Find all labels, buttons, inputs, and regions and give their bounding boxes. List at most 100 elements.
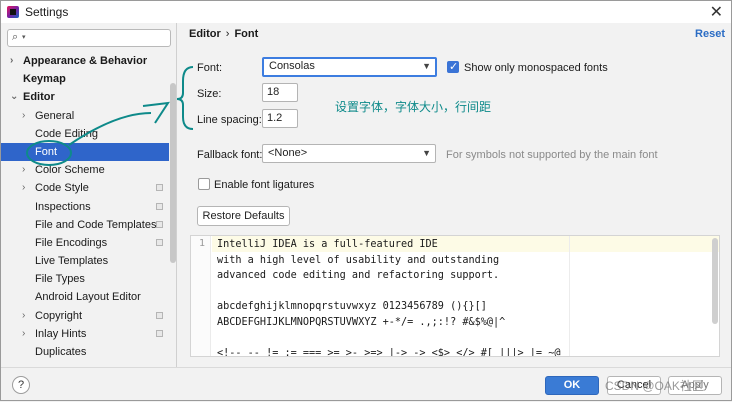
font-ligatures-checkbox[interactable]	[198, 178, 210, 190]
sidebar-item-label: Copyright	[35, 309, 83, 322]
chevron-down-icon[interactable]: ⌄	[10, 88, 18, 106]
size-label: Size:	[197, 88, 222, 100]
breadcrumb-parent: Editor	[189, 28, 221, 40]
fallback-font-label: Fallback font:	[197, 149, 263, 161]
sidebar-item-font[interactable]: Font	[1, 142, 169, 162]
preview-line: abcdefghijklmnopqrstuvwxyz 0123456789 ()…	[217, 301, 487, 313]
sidebar-item-label: Live Templates	[35, 255, 109, 268]
font-preview-editor[interactable]: 1 IntelliJ IDEA is a full-featured IDE wi…	[190, 235, 720, 357]
sidebar-item-label: Code Style	[35, 182, 89, 195]
sidebar-item-label: File Encodings	[35, 236, 108, 249]
preview-line: ABCDEFGHIJKLMNOPQRSTUVWXYZ +-*/= .,;:!? …	[217, 316, 506, 328]
preview-text: IntelliJ IDEA is a full-featured IDE with…	[217, 237, 561, 357]
sidebar-item-inspections[interactable]: Inspections	[1, 198, 169, 216]
sidebar-item-label: Keymap	[23, 73, 66, 86]
sidebar-item-file-types[interactable]: File Types	[1, 270, 169, 288]
sidebar-item-editor[interactable]: ⌄ Editor	[1, 88, 169, 106]
sidebar-item-color-scheme[interactable]: › Color Scheme	[1, 161, 169, 179]
title-bar: Settings ✕	[1, 1, 731, 23]
ok-button[interactable]: OK	[545, 376, 599, 395]
monospaced-only-checkbox[interactable]	[447, 60, 459, 73]
apply-button[interactable]: Apply	[668, 376, 722, 395]
breadcrumb-separator: ›	[225, 28, 230, 40]
window-title: Settings	[25, 5, 69, 19]
cancel-button[interactable]: Cancel	[607, 376, 661, 395]
line-number-gutter: 1	[191, 236, 211, 356]
preview-line: <!-- -- != := === >= >- >=> |-> -> <$> <…	[217, 348, 561, 357]
sidebar-item-code-style[interactable]: › Code Style	[1, 179, 169, 197]
line-number: 1	[199, 238, 206, 249]
right-margin-guide	[569, 236, 570, 356]
preview-line	[217, 331, 560, 347]
sidebar-item-label: General	[35, 109, 75, 122]
sidebar-scrollbar-thumb[interactable]	[170, 83, 176, 263]
sidebar-item-general[interactable]: › General	[1, 107, 169, 125]
sidebar-item-label: Font	[35, 145, 58, 158]
settings-sidebar: ⌕ ▾ › Appearance & Behavior Keymap ⌄ Editor ›…	[1, 23, 177, 367]
project-settings-icon	[156, 220, 163, 228]
line-spacing-input[interactable]: 1.2	[262, 109, 298, 128]
sidebar-item-file-encodings[interactable]: File Encodings	[1, 234, 169, 252]
sidebar-item-label: Inlay Hints	[35, 327, 87, 340]
font-settings-panel: Editor › Font Reset Font: Consolas ▼ Show …	[178, 23, 731, 367]
search-icon: ⌕	[12, 31, 19, 43]
preview-line: IntelliJ IDEA is a full-featured IDE	[217, 239, 438, 250]
chevron-right-icon[interactable]: ›	[10, 52, 13, 70]
font-family-value: Consolas	[269, 60, 315, 72]
sidebar-item-duplicates[interactable]: Duplicates	[1, 343, 169, 361]
chevron-down-icon: ▼	[422, 61, 431, 71]
preview-scrollbar[interactable]	[712, 238, 718, 324]
reset-link[interactable]: Reset	[695, 28, 725, 40]
chevron-right-icon[interactable]: ›	[22, 325, 25, 343]
sidebar-item-keymap[interactable]: Keymap	[1, 70, 169, 88]
project-settings-icon	[156, 311, 163, 319]
sidebar-item-label: Android Layout Editor	[35, 291, 141, 304]
chevron-right-icon[interactable]: ›	[22, 107, 25, 125]
search-input[interactable]	[32, 31, 168, 45]
sidebar-item-label: File Types	[35, 273, 85, 286]
settings-tree: › Appearance & Behavior Keymap ⌄ Editor › Gene…	[1, 52, 169, 361]
sidebar-item-label: Color Scheme	[35, 164, 105, 177]
sidebar-item-label: Inspections	[35, 200, 91, 213]
font-label: Font:	[197, 62, 223, 74]
sidebar-item-code-editing[interactable]: Code Editing	[1, 125, 169, 143]
fallback-font-hint: For symbols not supported by the main fo…	[446, 149, 658, 161]
chevron-right-icon[interactable]: ›	[22, 179, 25, 197]
preview-line: with a high level of usability and outst…	[217, 254, 500, 266]
settings-dialog: Settings ✕ ⌕ ▾ › Appearance & Behavior Key…	[0, 0, 732, 401]
preview-line	[217, 284, 560, 300]
sidebar-item-copyright[interactable]: › Copyright	[1, 307, 169, 325]
intellij-app-icon	[7, 6, 19, 18]
search-options-caret-icon[interactable]: ▾	[22, 33, 26, 41]
project-settings-icon	[156, 184, 163, 192]
breadcrumb: Editor › Font	[189, 28, 258, 40]
settings-search[interactable]: ⌕ ▾	[7, 29, 171, 47]
close-icon[interactable]: ✕	[710, 2, 723, 22]
sidebar-item-inlay-hints[interactable]: › Inlay Hints	[1, 325, 169, 343]
sidebar-item-file-and-code-templates[interactable]: File and Code Templates	[1, 216, 169, 234]
sidebar-item-android-layout-editor[interactable]: Android Layout Editor	[1, 288, 169, 306]
chevron-right-icon[interactable]: ›	[22, 161, 25, 179]
fallback-font-value: <None>	[268, 147, 308, 159]
chevron-down-icon: ▼	[422, 148, 431, 158]
project-settings-icon	[156, 238, 163, 246]
preview-line: advanced code editing and refactoring su…	[217, 270, 500, 282]
breadcrumb-current: Font	[234, 28, 259, 40]
sidebar-item-live-templates[interactable]: Live Templates	[1, 252, 169, 270]
monospaced-only-label: Show only monospaced fonts	[464, 62, 608, 74]
sidebar-item-appearance-behavior[interactable]: › Appearance & Behavior	[1, 52, 169, 70]
dialog-footer: ? OK Cancel Apply	[1, 367, 731, 400]
project-settings-icon	[156, 202, 163, 210]
annotation-text: 设置字体，字体大小，行间距	[335, 100, 492, 114]
chevron-right-icon[interactable]: ›	[22, 307, 25, 325]
restore-defaults-button[interactable]: Restore Defaults	[197, 206, 290, 226]
help-button[interactable]: ?	[12, 376, 30, 394]
fallback-font-select[interactable]: <None> ▼	[262, 144, 436, 163]
sidebar-item-label: Code Editing	[35, 127, 98, 140]
sidebar-item-label: Editor	[23, 91, 55, 104]
sidebar-item-label: Appearance & Behavior	[23, 55, 148, 67]
project-settings-icon	[156, 329, 163, 337]
sidebar-item-label: Duplicates	[35, 346, 87, 358]
font-size-input[interactable]: 18	[262, 83, 298, 102]
font-family-select[interactable]: Consolas ▼	[262, 57, 437, 77]
